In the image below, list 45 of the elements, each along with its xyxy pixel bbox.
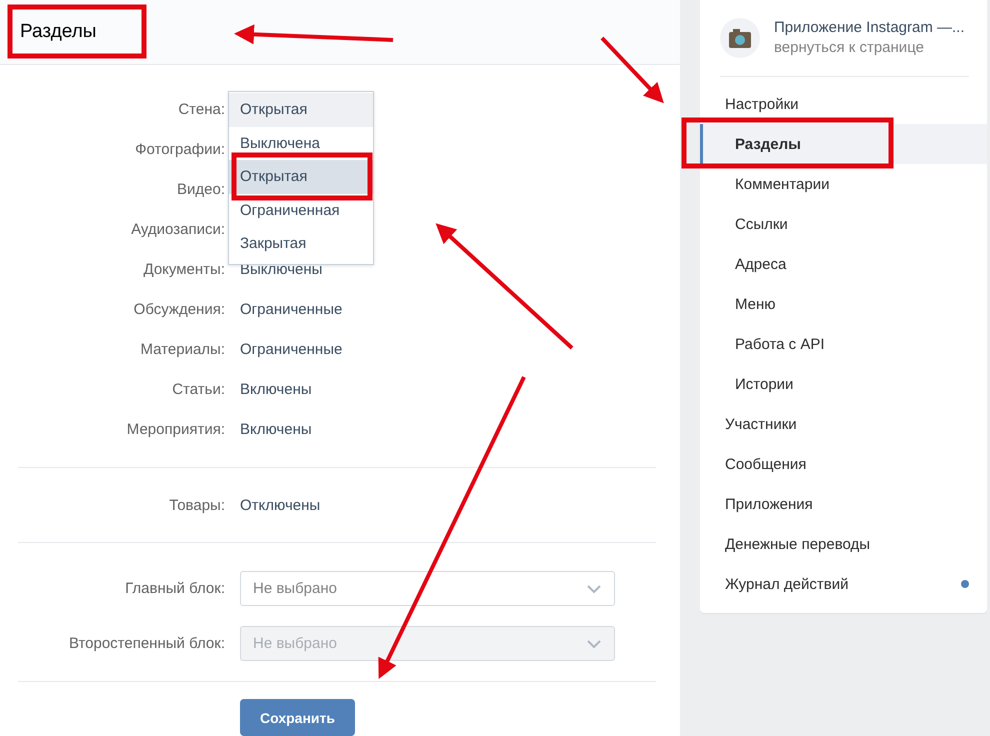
menu-item[interactable]: Участники — [700, 404, 987, 444]
menu-item[interactable]: Адреса — [700, 244, 987, 284]
field-value[interactable]: Включены — [240, 380, 312, 398]
chevron-down-icon — [586, 584, 602, 594]
field-value[interactable]: Отключены — [240, 496, 320, 514]
menu-item[interactable]: Разделы — [700, 124, 987, 164]
field-value[interactable]: Ограниченные — [240, 340, 342, 358]
field-value[interactable]: Выключены — [240, 260, 322, 278]
field-label: Обсуждения: — [132, 300, 225, 318]
dropdown-option[interactable]: Ограниченная — [229, 194, 373, 227]
select-field[interactable]: Не выбрано — [240, 571, 615, 606]
save-button[interactable]: Сохранить — [240, 699, 355, 736]
field-label: Материалы: — [140, 340, 225, 358]
menu-item[interactable]: Истории — [700, 364, 987, 404]
field-label: Второстепенный блок: — [68, 635, 225, 652]
field-label: Видео: — [176, 180, 225, 198]
dropdown-option[interactable]: Выключена — [229, 126, 373, 160]
field-label: Главный блок: — [124, 580, 225, 597]
field-label: Документы: — [142, 260, 225, 278]
field-label: Статьи: — [171, 380, 225, 398]
menu-item[interactable]: Приложения — [700, 484, 987, 524]
page-title: Разделы — [20, 21, 96, 43]
chevron-down-icon — [586, 638, 602, 648]
menu-item[interactable]: Работа с API — [700, 324, 987, 364]
field-label: Аудиозаписи: — [130, 220, 225, 238]
menu-item[interactable]: Сообщения — [700, 444, 987, 484]
field-label: Товары: — [168, 496, 225, 514]
dropdown-option[interactable]: Закрытая — [229, 227, 373, 260]
dropdown-option[interactable]: Открытая — [229, 93, 373, 126]
menu-item[interactable]: Комментарии — [700, 164, 987, 204]
field-label: Стена: — [177, 100, 225, 118]
annotation-arrow — [600, 36, 664, 104]
menu-item[interactable]: Ссылки — [700, 204, 987, 244]
app-avatar[interactable] — [720, 18, 760, 58]
menu-item[interactable]: Меню — [700, 284, 987, 324]
menu-item[interactable]: Журнал действий — [700, 564, 987, 604]
dropdown-option[interactable]: Открытая — [229, 160, 373, 194]
field-label: Фотографии: — [134, 140, 225, 158]
field-label: Мероприятия: — [126, 420, 225, 438]
field-value[interactable]: Включены — [240, 420, 312, 438]
back-link[interactable]: вернуться к странице — [774, 39, 965, 56]
menu-item[interactable]: Денежные переводы — [700, 524, 987, 564]
app-title[interactable]: Приложение Instagram —... — [774, 19, 965, 36]
menu-item[interactable]: Настройки — [700, 84, 987, 124]
field-value[interactable]: Ограниченные — [240, 300, 342, 318]
